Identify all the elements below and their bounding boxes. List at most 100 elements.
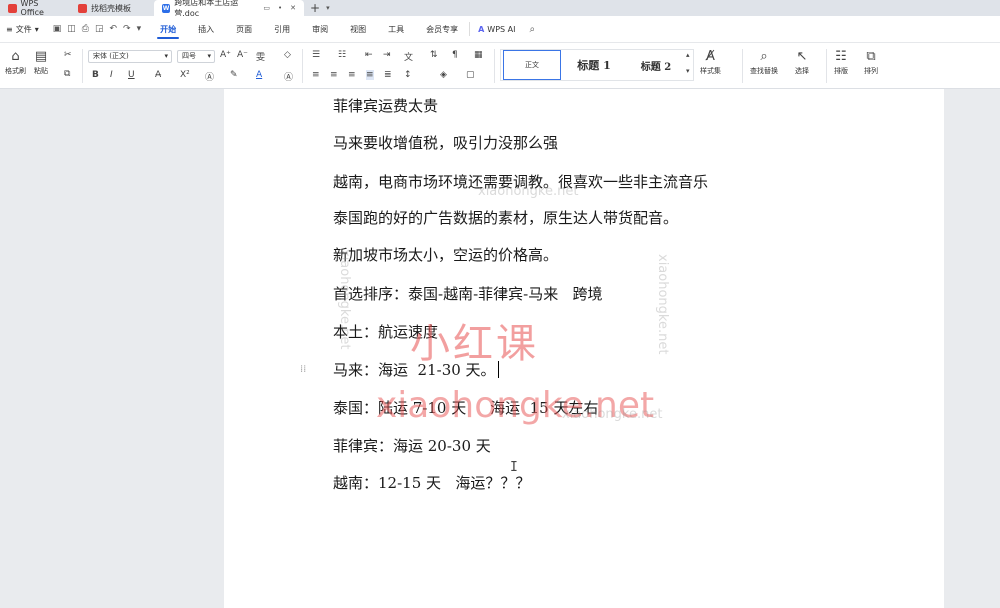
- print-icon[interactable]: ⎙: [82, 24, 89, 34]
- increase-indent-icon[interactable]: ⇥: [383, 50, 391, 60]
- chinese-layout-icon[interactable]: 文: [404, 50, 413, 63]
- show-marks-icon[interactable]: ¶: [452, 50, 458, 60]
- save-icon[interactable]: ▣: [53, 24, 62, 34]
- wps-ai-button[interactable]: A WPS AI: [469, 22, 523, 36]
- paragraph-active[interactable]: 马来：海运 21-30 天。: [333, 359, 499, 380]
- find-replace-button[interactable]: ⌕ 查找替换: [750, 50, 778, 76]
- new-tab-button[interactable]: +: [304, 0, 326, 16]
- wps-ai-label: WPS AI: [487, 24, 516, 34]
- superscript-icon[interactable]: X²: [180, 70, 190, 80]
- export-pdf-icon[interactable]: ◫: [67, 24, 76, 34]
- format-painter-button[interactable]: ⌂ 格式刷: [5, 50, 26, 76]
- menu-member[interactable]: 会员专享: [415, 16, 469, 43]
- font-name-select[interactable]: 宋体 (正文) ▾: [88, 50, 172, 63]
- bullet-list-icon[interactable]: ☰: [312, 50, 320, 60]
- paragraph[interactable]: 马来要收增值税，吸引力没那么强: [333, 132, 558, 153]
- ribbon-divider: [302, 49, 303, 83]
- arrange-button[interactable]: ⧉ 排列: [864, 50, 878, 76]
- file-label: 文件: [15, 24, 32, 34]
- paragraph[interactable]: 本土：航运速度: [333, 321, 438, 342]
- shading-icon[interactable]: ◈: [440, 70, 447, 80]
- align-left-icon[interactable]: ≡: [312, 70, 320, 80]
- style-heading-2[interactable]: 标题 2: [625, 50, 687, 80]
- paste-button[interactable]: ▤ 粘贴: [34, 50, 48, 76]
- layout-button[interactable]: ☷ 排版: [834, 50, 848, 76]
- tab-list-chevron-icon[interactable]: ▾: [326, 0, 330, 16]
- numbered-list-icon[interactable]: ☷: [338, 50, 346, 60]
- file-menu[interactable]: ≡ 文件 ▾: [0, 24, 45, 35]
- more-chevron-icon[interactable]: ▾: [137, 24, 142, 34]
- menu-references[interactable]: 引用: [263, 16, 301, 43]
- clear-format-icon[interactable]: ◇: [284, 50, 291, 60]
- redo-icon[interactable]: ↷: [123, 24, 131, 34]
- line-spacing-icon[interactable]: ↕: [404, 70, 412, 80]
- tab-dot-icon[interactable]: •: [278, 4, 282, 12]
- menu-page[interactable]: 页面: [225, 16, 263, 43]
- menu-home[interactable]: 开始: [149, 16, 187, 43]
- style-set-button[interactable]: A̸ 样式集: [700, 50, 721, 76]
- drag-handle-icon[interactable]: ⁞⁞: [300, 364, 306, 375]
- decrease-indent-icon[interactable]: ⇤: [365, 50, 373, 60]
- char-border-icon[interactable]: Ⓐ: [284, 70, 293, 83]
- select-button[interactable]: ↖ 选择: [795, 50, 809, 76]
- bold-icon[interactable]: B: [92, 70, 99, 80]
- menu-insert[interactable]: 插入: [187, 16, 225, 43]
- undo-icon[interactable]: ↶: [109, 24, 117, 34]
- paragraph[interactable]: 泰国：陆运 7-10 天 海运 15 天左右: [333, 397, 598, 418]
- paste-label: 粘贴: [34, 67, 48, 75]
- paragraph[interactable]: 菲律宾：海运 20-30 天: [333, 435, 491, 456]
- strikethrough-icon[interactable]: A̶: [155, 70, 161, 80]
- paragraph[interactable]: 首选排序：泰国-越南-菲律宾-马来 跨境: [333, 283, 603, 304]
- brush-icon: ⌂: [11, 49, 20, 64]
- ribbon-divider: [494, 49, 495, 83]
- table-icon[interactable]: ▦: [474, 50, 483, 60]
- document-area: 菲律宾运费太贵 马来要收增值税，吸引力没那么强 越南，电商市场环境还需要调教。很…: [0, 89, 1000, 608]
- text-effect-icon[interactable]: Ⓐ: [205, 70, 214, 83]
- tab-document[interactable]: W 跨境店和本土店运营.doc ▭ • ✕: [154, 0, 304, 18]
- tab-screen-icon[interactable]: ▭: [263, 4, 270, 12]
- ribbon-toolbar: ⌂ 格式刷 ▤ 粘贴 ✂ ⧉ 宋体 (正文) ▾ 四号 ▾ A⁺ A⁻ 雯 ◇ …: [0, 43, 1000, 89]
- menu-view[interactable]: 视图: [339, 16, 377, 43]
- gallery-up-icon[interactable]: ▴: [686, 51, 690, 59]
- tab-strip: WPS Office 找稻壳模板 W 跨境店和本土店运营.doc ▭ • ✕ +…: [0, 0, 1000, 18]
- align-right-icon[interactable]: ≡: [348, 70, 356, 80]
- grow-font-icon[interactable]: A⁺: [220, 50, 231, 60]
- paragraph[interactable]: 越南：12-15 天 海运？？？: [333, 472, 530, 493]
- menu-tools[interactable]: 工具: [377, 16, 415, 43]
- shrink-font-icon[interactable]: A⁻: [237, 50, 248, 60]
- align-center-icon[interactable]: ≡: [330, 70, 338, 80]
- document-page[interactable]: 菲律宾运费太贵 马来要收增值税，吸引力没那么强 越南，电商市场环境还需要调教。很…: [224, 89, 944, 608]
- border-icon[interactable]: ▢: [466, 70, 475, 80]
- style-heading-1[interactable]: 标题 1: [563, 50, 625, 80]
- highlight-icon[interactable]: ✎: [230, 70, 238, 80]
- paragraph[interactable]: 越南，电商市场环境还需要调教。很喜欢一些非主流音乐: [333, 171, 708, 192]
- mouse-ibeam-cursor-icon: I: [510, 460, 518, 475]
- style-normal[interactable]: 正文: [503, 50, 561, 80]
- italic-icon[interactable]: I: [110, 70, 113, 80]
- paragraph-text: 马来：海运 21-30 天。: [333, 361, 496, 379]
- tab-close-icon[interactable]: ✕: [290, 4, 296, 12]
- search-icon[interactable]: ⌕: [523, 24, 541, 35]
- paragraph[interactable]: 泰国跑的好的广告数据的素材，原生达人带货配音。: [333, 207, 678, 228]
- paragraph[interactable]: 菲律宾运费太贵: [333, 95, 438, 116]
- menu-bar: ≡ 文件 ▾ ▣ ◫ ⎙ ◲ ↶ ↷ ▾ 开始 插入 页面 引用 审阅 视图 工…: [0, 16, 1000, 43]
- sort-icon[interactable]: ⇅: [430, 50, 438, 60]
- font-color-icon[interactable]: A: [256, 70, 262, 80]
- gallery-down-icon[interactable]: ▾: [686, 67, 690, 75]
- copy-icon[interactable]: ⧉: [64, 69, 70, 79]
- justify-icon[interactable]: ≡: [366, 70, 374, 80]
- chevron-down-icon: ▾: [207, 52, 211, 60]
- paragraph[interactable]: 新加坡市场太小，空运的价格高。: [333, 244, 558, 265]
- preview-icon[interactable]: ◲: [95, 24, 104, 34]
- distribute-icon[interactable]: ≣: [384, 70, 392, 80]
- phonetic-icon[interactable]: 雯: [256, 50, 265, 63]
- font-name-value: 宋体 (正文): [93, 52, 129, 60]
- tab-wps-office[interactable]: WPS Office: [0, 0, 70, 17]
- menu-review[interactable]: 审阅: [301, 16, 339, 43]
- cut-icon[interactable]: ✂: [64, 50, 72, 60]
- font-size-select[interactable]: 四号 ▾: [177, 50, 215, 63]
- tab-template[interactable]: 找稻壳模板: [70, 0, 154, 16]
- wps-ai-icon: A: [478, 24, 485, 34]
- underline-icon[interactable]: U: [128, 70, 135, 80]
- menu-icon: ≡: [6, 24, 13, 34]
